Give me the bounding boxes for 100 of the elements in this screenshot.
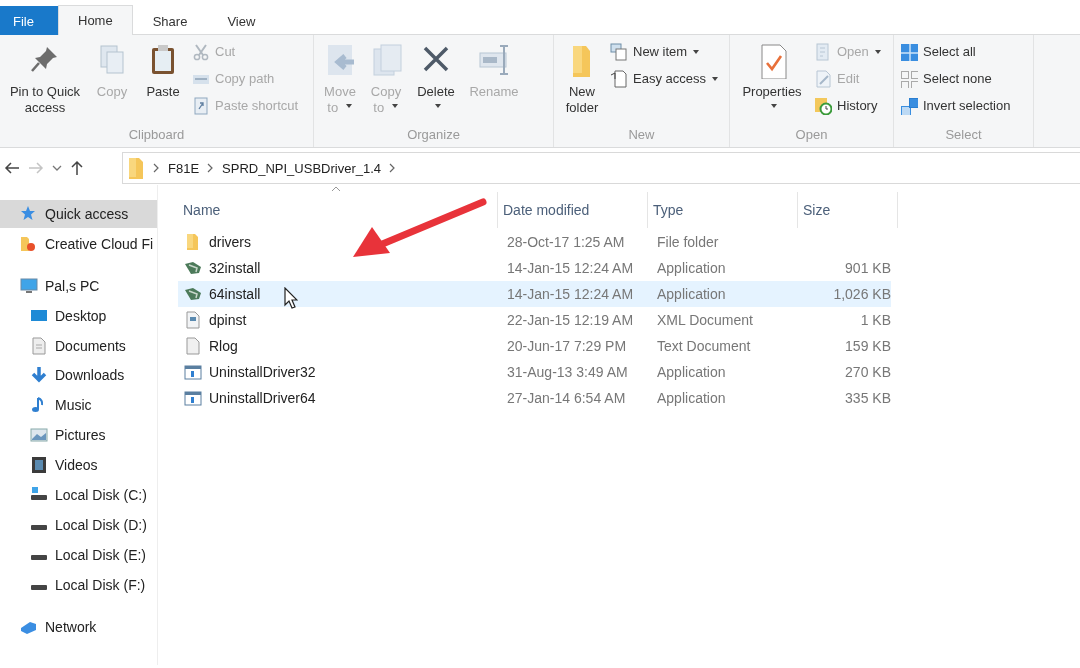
history-button[interactable]: History — [814, 95, 882, 116]
date-cell-text: 20-Jun-17 7:29 PM — [506, 338, 628, 354]
type-cell-text: Application — [656, 390, 727, 406]
sidebar-item[interactable]: Local Disk (D:) — [0, 510, 157, 539]
column-header[interactable]: Name — [178, 192, 498, 228]
ribbon-tab[interactable]: File — [0, 6, 58, 35]
cloud-folder-icon — [20, 234, 38, 253]
clipboard-button[interactable]: Paste — [140, 39, 186, 100]
sidebar-item[interactable]: Pal,s PC — [0, 271, 157, 300]
size-cell-text: 335 KB — [844, 390, 891, 406]
file-name: UninstallDriver64 — [209, 390, 316, 406]
up-arrow-icon[interactable] — [70, 160, 84, 176]
size-cell-text: 1,026 KB — [832, 286, 891, 302]
type-cell-text: Application — [656, 260, 727, 276]
xml-file-icon — [184, 311, 202, 329]
column-header[interactable]: Size — [798, 192, 898, 228]
breadcrumb-segment[interactable]: SPRD_NPI_USBDriver_1.4 — [222, 160, 382, 176]
sidebar-item[interactable]: Pictures — [0, 421, 157, 450]
shortcut-icon — [192, 96, 210, 115]
sidebar-item[interactable]: Creative Cloud Fi — [0, 229, 157, 258]
column-header[interactable]: Type — [648, 192, 798, 228]
file-name: Rlog — [209, 338, 238, 354]
easy-access-icon — [610, 69, 628, 88]
sidebar-item[interactable]: Videos — [0, 451, 157, 480]
ribbon-tab[interactable]: Home — [58, 5, 133, 35]
size-cell-text: 901 KB — [844, 260, 891, 276]
file-name: dpinst — [209, 312, 247, 328]
type-cell-text: File folder — [656, 234, 720, 250]
sidebar-item[interactable]: Local Disk (E:) — [0, 540, 157, 569]
sidebar-item[interactable]: Documents — [0, 331, 157, 360]
invert-selection-icon — [900, 96, 918, 115]
sidebar-item[interactable]: Local Disk (F:) — [0, 570, 157, 599]
mouse-cursor-icon — [284, 287, 298, 309]
group-label: Select — [944, 127, 983, 144]
date-cell-text: 27-Jan-14 6:54 AM — [506, 390, 627, 406]
new-item-button[interactable]: New item — [610, 41, 719, 62]
file-row[interactable]: Rlog 20-Jun-17 7:29 PM Text Document 159 KB — [178, 333, 891, 359]
installer-icon — [184, 259, 202, 277]
type-cell-text: XML Document — [656, 312, 754, 328]
ribbon-tab[interactable]: Share — [132, 6, 208, 35]
sidebar-item[interactable]: Downloads — [0, 361, 157, 390]
copy-to-icon — [370, 43, 402, 79]
date-cell-text: 22-Jan-15 12:19 AM — [506, 312, 635, 328]
disk-drive-icon — [31, 525, 47, 531]
scissors-icon — [192, 42, 210, 61]
sidebar-item[interactable]: Network — [0, 612, 157, 641]
open-icon — [814, 42, 832, 61]
picture-icon — [30, 426, 48, 445]
column-header[interactable]: Date modified — [498, 192, 648, 228]
sidebar-item[interactable]: Desktop — [0, 301, 157, 330]
edit-icon — [814, 69, 832, 88]
file-name: UninstallDriver32 — [209, 364, 316, 380]
select-all-icon — [900, 42, 918, 61]
file-row[interactable]: dpinst 22-Jan-15 12:19 AM XML Document 1 KB — [178, 307, 891, 333]
select-all-button[interactable]: Select all — [900, 41, 1011, 62]
file-name: 32install — [209, 260, 261, 276]
chevron-icon — [389, 163, 397, 173]
sidebar-item[interactable]: Music — [0, 391, 157, 420]
date-cell-text: 28-Oct-17 1:25 AM — [506, 234, 626, 250]
file-row[interactable]: UninstallDriver32 31-Aug-13 3:49 AM Application 270 KB — [178, 359, 891, 385]
select-none-icon — [900, 69, 918, 88]
ribbon-tab[interactable]: View — [207, 6, 276, 35]
computer-icon — [20, 276, 38, 295]
sidebar-item[interactable]: Local Disk (C:) — [0, 481, 157, 509]
group-label: Organize — [406, 127, 461, 144]
sidebar-item[interactable]: Quick access — [0, 200, 157, 228]
chevron-icon — [207, 163, 215, 173]
delete-button[interactable]: Delete — [412, 39, 460, 116]
file-row[interactable]: 64install 14-Jan-15 12:24 AM Application 1,026 KB — [178, 281, 891, 307]
new-item-icon — [610, 42, 628, 61]
document-icon — [30, 336, 48, 355]
type-cell-text: Application — [656, 286, 727, 302]
group-label: New — [627, 127, 656, 144]
type-cell-text: Text Document — [656, 338, 752, 354]
address-bar[interactable]: F81E SPRD_NPI_USBDriver_1.4 — [122, 152, 1080, 184]
sort-caret-icon — [331, 186, 341, 192]
application-icon — [184, 363, 202, 381]
size-cell-text: 1 KB — [859, 312, 891, 328]
back-arrow-icon[interactable] — [4, 161, 20, 175]
disk-drive-icon — [31, 585, 47, 591]
recent-locations-caret-icon[interactable] — [52, 164, 62, 172]
date-cell-text: 14-Jan-15 12:24 AM — [506, 260, 635, 276]
file-name: drivers — [209, 234, 251, 250]
pin-button[interactable]: Pin to Quick access — [6, 39, 84, 116]
file-row[interactable]: 32install 14-Jan-15 12:24 AM Application 901 KB — [178, 255, 891, 281]
breadcrumb-segment[interactable]: F81E — [168, 160, 200, 176]
group-label: Clipboard — [127, 127, 186, 144]
application-icon — [184, 389, 202, 407]
file-row[interactable]: drivers 28-Oct-17 1:25 AM File folder — [178, 229, 891, 255]
type-cell-text: Application — [656, 364, 727, 380]
history-icon — [814, 96, 832, 115]
properties-button[interactable]: Properties — [736, 39, 808, 116]
invert-selection-button[interactable]: Invert selection — [900, 95, 1011, 116]
size-cell-text: 270 KB — [844, 364, 891, 380]
easy-access-button[interactable]: Easy access — [610, 68, 719, 89]
file-row[interactable]: UninstallDriver64 27-Jan-14 6:54 AM Application 335 KB — [178, 385, 891, 411]
select-none-button[interactable]: Select none — [900, 68, 1011, 89]
film-icon — [30, 456, 48, 475]
text-file-icon — [184, 337, 202, 355]
folder-button[interactable]: New folder — [560, 39, 604, 116]
